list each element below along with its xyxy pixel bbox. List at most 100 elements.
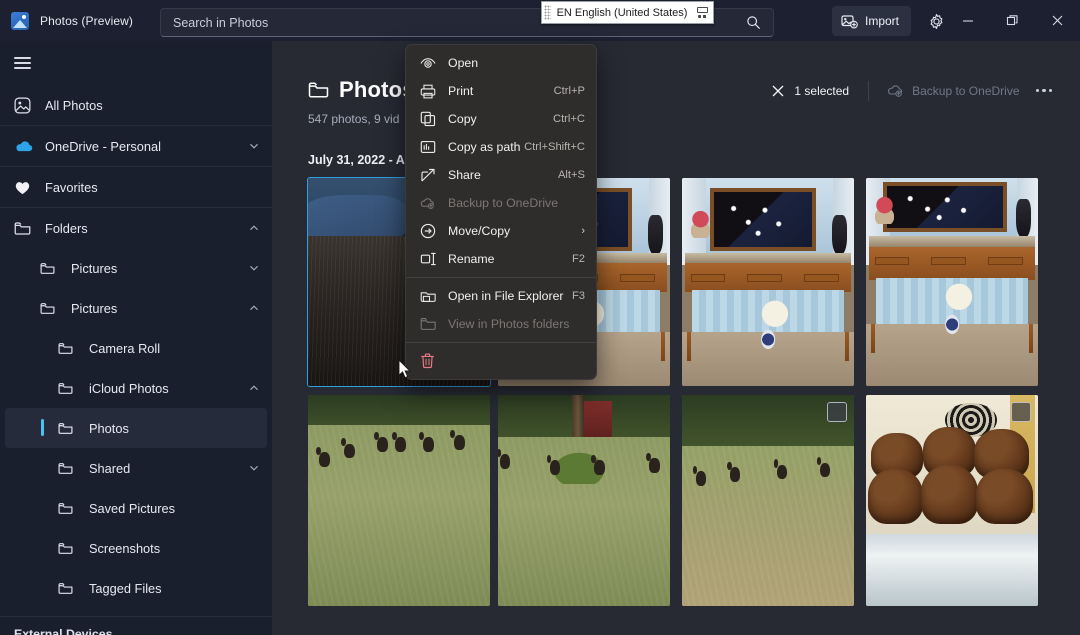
photo-thumbnail	[498, 395, 670, 606]
sidebar-item-onedrive-personal[interactable]: OneDrive - Personal	[0, 126, 272, 166]
photos-app-window: Photos (Preview) Search in Photos Import…	[0, 0, 1080, 635]
page-subtitle: 547 photos, 9 vid	[308, 112, 400, 126]
photo-thumbnail	[682, 395, 854, 606]
minimize-button[interactable]	[945, 0, 990, 41]
context-menu-item-open[interactable]: Open	[406, 49, 596, 77]
copy-path-icon	[419, 140, 436, 154]
sidebar-item-label: Tagged Files	[89, 580, 162, 596]
context-menu-item-accel: Ctrl+Shift+C	[524, 141, 585, 153]
more-options-button[interactable]	[1026, 85, 1063, 97]
sidebar-item-saved-pictures[interactable]: Saved Pictures	[0, 488, 272, 528]
photo-thumbnail	[682, 178, 854, 386]
close-button[interactable]	[1035, 0, 1080, 41]
backup-button-label: Backup to OneDrive	[912, 83, 1020, 98]
title-bar: Photos (Preview) Search in Photos Import	[0, 0, 1080, 41]
copy-icon	[419, 111, 436, 127]
context-menu-item-move-copy[interactable]: Move/Copy ›	[406, 217, 596, 245]
selection-count-label: 1 selected	[794, 83, 850, 98]
photo-select-checkbox[interactable]	[1011, 402, 1031, 422]
context-menu-item-rename[interactable]: Rename F2	[406, 245, 596, 273]
import-button[interactable]: Import	[831, 6, 911, 36]
context-menu: Open Print Ctrl+P Copy Ctrl+C Copy as pa…	[405, 44, 597, 380]
ime-language-bar[interactable]: EN English (United States)	[541, 1, 714, 24]
sidebar-item-label: OneDrive - Personal	[45, 138, 161, 154]
context-menu-item-delete[interactable]	[406, 347, 596, 375]
maximize-button[interactable]	[990, 0, 1035, 41]
context-menu-item-label: Open	[448, 56, 479, 70]
photo-tile-turkeys-yard[interactable]	[682, 395, 854, 606]
sidebar-item-shared[interactable]: Shared	[0, 448, 272, 488]
sidebar-item-tagged-files[interactable]: Tagged Files	[0, 568, 272, 608]
sidebar-item-photos[interactable]: Photos	[5, 408, 267, 448]
context-menu-item-label: Share	[448, 168, 481, 182]
folder-icon	[58, 582, 78, 595]
sidebar-item-all-photos[interactable]: All Photos	[0, 85, 272, 125]
context-menu-item-open-in-file-explorer[interactable]: Open in File Explorer F3	[406, 282, 596, 310]
chevron-down-icon[interactable]	[248, 262, 260, 274]
photo-tile-muffins-stove[interactable]	[866, 395, 1038, 606]
page-header: Photos 547 photos, 9 vid	[308, 77, 415, 126]
sidebar-item-camera-roll[interactable]: Camera Roll	[0, 328, 272, 368]
photo-tile-turkeys-tree[interactable]	[498, 395, 670, 606]
drag-grip-icon[interactable]	[544, 5, 551, 20]
sidebar-item-folders[interactable]: Folders	[0, 208, 272, 248]
sidebar-item-label: Saved Pictures	[89, 500, 176, 516]
onedrive-cloud-icon	[14, 139, 34, 153]
chevron-down-icon[interactable]	[248, 462, 260, 474]
rename-icon	[419, 252, 436, 266]
folder-icon	[58, 502, 78, 515]
sidebar-toggle-button[interactable]	[0, 41, 272, 85]
sidebar-item-label: All Photos	[45, 97, 103, 113]
open-eye-icon	[419, 57, 436, 70]
backup-to-onedrive-button: Backup to OneDrive	[880, 79, 1025, 102]
folder-icon	[58, 382, 78, 395]
context-menu-item-label: Rename	[448, 252, 495, 266]
context-menu-item-print[interactable]: Print Ctrl+P	[406, 77, 596, 105]
close-icon	[1051, 14, 1064, 27]
clear-selection-button[interactable]: 1 selected	[763, 80, 857, 102]
sidebar-item-label: Pictures	[71, 300, 118, 316]
sidebar-item-screenshots[interactable]: Screenshots	[0, 528, 272, 568]
ime-language-label: EN English (United States)	[556, 6, 688, 19]
main-content: Photos 547 photos, 9 vid July 31, 2022 -…	[272, 41, 1080, 635]
import-button-label: Import	[864, 14, 899, 28]
context-menu-item-backup-to-onedrive: Backup to OneDrive	[406, 189, 596, 217]
context-menu-item-label: Print	[448, 84, 474, 98]
chevron-up-icon[interactable]	[248, 302, 260, 314]
context-menu-item-share[interactable]: Share Alt+S	[406, 161, 596, 189]
selection-toolbar: 1 selected Backup to OneDrive	[763, 79, 1062, 102]
chevron-up-icon[interactable]	[248, 222, 260, 234]
context-menu-item-label: View in Photos folders	[448, 317, 570, 331]
photo-tile-room-console-4[interactable]	[866, 178, 1038, 386]
photo-tile-turkeys-dawn[interactable]	[308, 395, 490, 606]
cloud-upload-icon	[886, 83, 904, 98]
sidebar-item-label: Shared	[89, 460, 131, 476]
date-group-heading: July 31, 2022 - Au	[308, 153, 413, 167]
trash-icon	[419, 353, 436, 369]
cloud-upload-icon	[419, 196, 436, 210]
chevron-down-icon[interactable]	[248, 140, 260, 152]
folder-open-icon	[419, 289, 436, 303]
context-menu-separator	[406, 342, 596, 343]
minimize-icon	[962, 15, 974, 27]
page-title: Photos	[339, 77, 415, 102]
context-menu-item-label: Copy as path	[448, 140, 521, 154]
sidebar-item-pictures-1[interactable]: Pictures	[0, 248, 272, 288]
external-devices-heading: External Devices	[14, 627, 113, 635]
chevron-up-icon[interactable]	[248, 382, 260, 394]
context-menu-item-label: Backup to OneDrive	[448, 196, 559, 210]
context-menu-item-accel: F3	[571, 290, 585, 302]
context-menu-item-copy[interactable]: Copy Ctrl+C	[406, 105, 596, 133]
search-button[interactable]	[733, 10, 773, 35]
folder-icon	[14, 221, 34, 236]
sidebar-item-pictures-2[interactable]: Pictures	[0, 288, 272, 328]
sidebar-item-favorites[interactable]: Favorites	[0, 167, 272, 207]
photo-thumbnail	[866, 395, 1038, 606]
folder-icon	[58, 422, 78, 435]
app-title: Photos (Preview)	[40, 13, 133, 28]
context-menu-item-copy-as-path[interactable]: Copy as path Ctrl+Shift+C	[406, 133, 596, 161]
sidebar-item-icloud-photos[interactable]: iCloud Photos	[0, 368, 272, 408]
photo-tile-room-console-3[interactable]	[682, 178, 854, 386]
ime-minimize-icon[interactable]	[693, 4, 711, 21]
photo-select-checkbox[interactable]	[827, 402, 847, 422]
